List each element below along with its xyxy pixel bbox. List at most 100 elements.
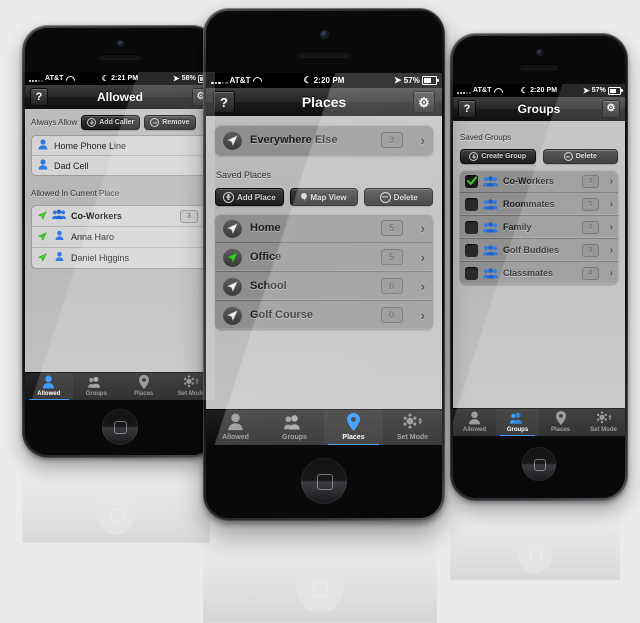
group-icon [509, 412, 526, 425]
location-arrow-green-icon [38, 249, 47, 267]
count-badge: 3 [380, 132, 403, 148]
add-place-button[interactable]: Add Place [215, 188, 284, 206]
phone-center: AT&T ☾ 2:20 PM ➤ 57% ? Places ⚙ Everywhe… [203, 8, 445, 521]
table-row[interactable]: Co-Workers 3 › [460, 170, 618, 192]
left-phone-top-deck [25, 28, 215, 72]
chevron-right-icon: › [609, 221, 613, 233]
tab-places[interactable]: Places [120, 373, 168, 400]
moon-icon: ☾ [520, 86, 529, 95]
checkbox-unchecked[interactable] [465, 266, 478, 280]
table-row[interactable]: Home 5 › [215, 214, 433, 242]
settings-button[interactable]: ⚙ [602, 100, 620, 118]
settings-button[interactable]: ⚙ [413, 91, 435, 113]
table-row[interactable]: Golf Course 0 › [215, 300, 433, 329]
tab-bar: Allowed Groups Places Set Mode [206, 409, 442, 445]
tab-places[interactable]: Places [539, 409, 582, 436]
person-icon [52, 249, 66, 267]
battery-percent-label: 58% [181, 75, 196, 82]
remove-caller-button[interactable]: Remove [144, 115, 196, 130]
table-row[interactable]: School 6 › [215, 271, 433, 300]
phone-left: AT&T ☾ 2:21 PM ➤ 58% ? Allowed ⚙ Always … [22, 25, 218, 458]
allowed-current-place-list: Co-Workers 3 Anna Haro Daniel Higgins [31, 205, 209, 269]
content-area: Saved Groups Create Group Delete Co-Work… [453, 121, 625, 436]
pin-icon [555, 411, 566, 425]
help-button[interactable]: ? [458, 100, 476, 118]
home-button[interactable] [522, 447, 556, 481]
status-bar: AT&T ☾ 2:21 PM ➤ 58% [25, 72, 215, 85]
center-phone-screen: AT&T ☾ 2:20 PM ➤ 57% ? Places ⚙ Everywhe… [206, 73, 442, 445]
plus-circle-icon [222, 191, 234, 203]
page-title: Places [301, 94, 347, 110]
table-row[interactable]: Golf Buddies 3 › [460, 238, 618, 261]
location-arrow-green-icon [38, 207, 47, 225]
minus-circle-icon [150, 118, 160, 127]
list-item[interactable]: Daniel Higgins [32, 247, 208, 268]
location-arrow-icon [223, 276, 242, 296]
group-icon [483, 221, 498, 233]
carrier-label: AT&T [45, 75, 64, 82]
section-label-saved-groups: Saved Groups [460, 133, 512, 142]
checkbox-checked[interactable] [465, 174, 478, 188]
group-icon [284, 414, 305, 431]
add-caller-label: Add Caller [99, 119, 135, 126]
minus-circle-icon [563, 152, 573, 161]
delete-group-button[interactable]: Delete [542, 149, 618, 164]
group-name-label: Golf Buddies [503, 245, 559, 255]
tab-places[interactable]: Places [324, 410, 383, 445]
table-row[interactable]: Roommates 5 › [460, 192, 618, 215]
chevron-right-icon: › [609, 175, 613, 187]
tab-set-mode[interactable]: Set Mode [582, 409, 625, 436]
table-row[interactable]: Office 5 › [215, 242, 433, 271]
home-button[interactable] [102, 409, 138, 445]
list-item[interactable]: Dad Cell [32, 155, 208, 175]
location-arrow-icon: ➤ [172, 74, 180, 83]
saved-groups-list: Co-Workers 3 › Roommates 5 › Family 8 › … [460, 170, 618, 284]
checkbox-unchecked[interactable] [465, 243, 478, 257]
list-item[interactable]: Anna Haro [32, 226, 208, 247]
tab-set-mode[interactable]: Set Mode [383, 410, 442, 445]
table-row[interactable]: Classmates 4 › [460, 261, 618, 284]
add-caller-button[interactable]: Add Caller [81, 115, 141, 130]
person-icon [468, 411, 481, 425]
help-button[interactable]: ? [213, 91, 235, 113]
count-badge: 5 [380, 249, 403, 265]
tab-groups[interactable]: Groups [265, 410, 324, 445]
create-group-button[interactable]: Create Group [460, 149, 536, 164]
tab-label: Places [550, 427, 571, 433]
battery-percent-label: 57% [403, 76, 421, 85]
tab-allowed[interactable]: Allowed [453, 409, 496, 436]
left-phone-reflection [22, 448, 210, 543]
map-view-button[interactable]: Map View [289, 188, 359, 206]
location-arrow-icon: ➤ [394, 75, 402, 85]
signal-dots-icon [29, 76, 43, 82]
home-button[interactable] [301, 458, 347, 504]
tab-bar: Allowed Groups Places Set Mode [25, 372, 215, 400]
section-label-saved-places: Saved Places [216, 170, 272, 180]
place-name-label: Office [250, 251, 282, 263]
chevron-right-icon: › [420, 220, 425, 236]
nav-bar: ? Allowed ⚙ [25, 85, 215, 110]
front-camera-icon [537, 50, 542, 55]
tab-groups[interactable]: Groups [496, 409, 539, 436]
list-item[interactable]: Co-Workers 3 [32, 206, 208, 226]
help-button[interactable]: ? [30, 88, 48, 106]
list-item[interactable]: Home Phone Line [32, 136, 208, 155]
group-icon [483, 244, 498, 256]
delete-place-button[interactable]: Delete [364, 188, 434, 206]
table-row[interactable]: Family 8 › [460, 215, 618, 238]
mode-dots-icon [596, 411, 612, 425]
everywhere-else-label: Everywhere Else [250, 134, 338, 146]
add-place-label: Add Place [236, 192, 276, 202]
tab-label: Allowed [222, 434, 249, 441]
create-group-label: Create Group [481, 153, 527, 160]
checkbox-unchecked[interactable] [465, 197, 478, 211]
person-icon [38, 137, 48, 155]
content-area: Always Allow Add Caller Remove Home Phon… [25, 109, 215, 400]
everywhere-else-row[interactable]: Everywhere Else 3 › [215, 125, 433, 155]
tab-allowed[interactable]: Allowed [206, 410, 265, 445]
signal-dots-icon [211, 77, 228, 84]
checkbox-unchecked[interactable] [465, 220, 478, 234]
status-bar: AT&T ☾ 2:20 PM ➤ 57% [206, 73, 442, 88]
tab-groups[interactable]: Groups [73, 373, 121, 400]
tab-allowed[interactable]: Allowed [25, 373, 73, 400]
